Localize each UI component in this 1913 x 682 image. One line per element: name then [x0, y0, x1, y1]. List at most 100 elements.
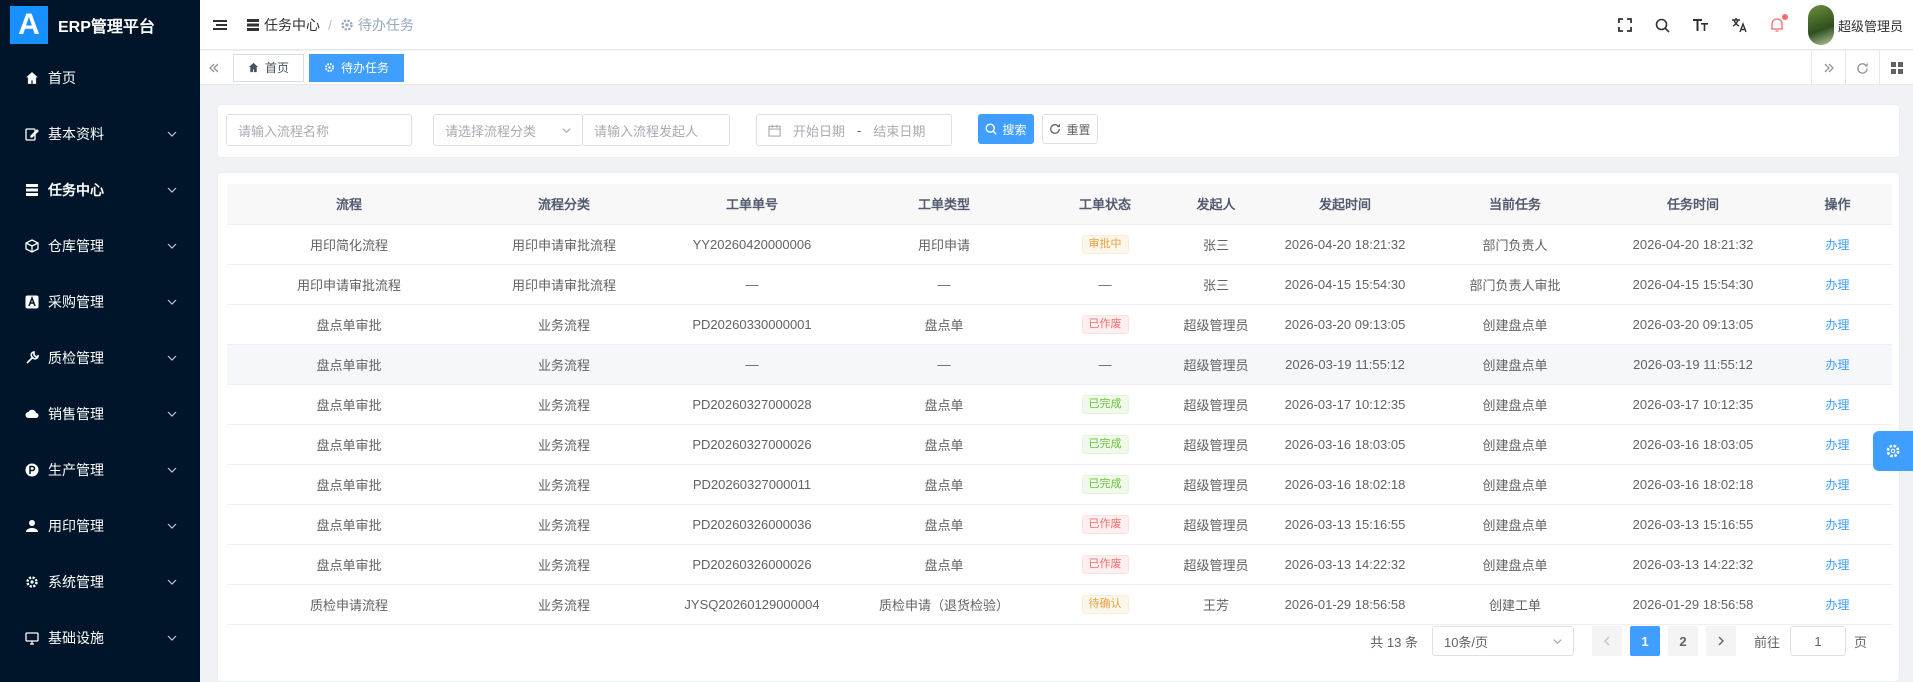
page-size-select[interactable]: 10条/页	[1431, 626, 1574, 656]
settings-drawer-button[interactable]	[1873, 431, 1913, 471]
status-badge: 审批中	[1081, 234, 1129, 254]
initiator-input[interactable]: 请输入流程发起人	[582, 114, 730, 146]
cell-initiator: 超级管理员	[1169, 344, 1263, 385]
date-separator: -	[857, 122, 862, 138]
sidebar-item-3[interactable]: 仓库管理	[0, 218, 200, 274]
handle-link[interactable]: 办理	[1825, 398, 1849, 412]
sidebar-item-4[interactable]: 采购管理	[0, 274, 200, 330]
sidebar-item-10[interactable]: 基础设施	[0, 610, 200, 666]
font-size-icon[interactable]	[1692, 16, 1710, 34]
cell-initiator: 超级管理员	[1169, 384, 1263, 425]
cloud-icon	[24, 406, 40, 422]
cell-start-time: 2026-04-20 18:21:32	[1263, 224, 1427, 265]
cell-order-type: 盘点单	[847, 384, 1041, 425]
cell-status: 已完成	[1041, 464, 1169, 505]
handle-link[interactable]: 办理	[1825, 478, 1849, 492]
jump-label: 前往	[1753, 634, 1780, 650]
gear-icon	[1886, 444, 1900, 458]
column-header: 当前任务	[1427, 184, 1603, 225]
grid-menu-icon[interactable]	[1879, 51, 1913, 85]
tag-label: 首页	[265, 61, 290, 75]
notification-dot	[1781, 14, 1788, 20]
cell-task: 创建盘点单	[1427, 304, 1603, 345]
cell-action: 办理	[1783, 544, 1892, 585]
chevron-down-icon	[167, 635, 177, 641]
sidebar-item-1[interactable]: 基本资料	[0, 106, 200, 162]
page-button-2[interactable]: 2	[1667, 626, 1698, 656]
cell-task: 创建盘点单	[1427, 544, 1603, 585]
sidebar-item-7[interactable]: 生产管理	[0, 442, 200, 498]
refresh-icon[interactable]	[1845, 51, 1879, 85]
tag-label: 待办任务	[341, 61, 390, 75]
tag-todo-tasks[interactable]: 待办任务	[309, 53, 405, 82]
cell-order-type: —	[847, 344, 1041, 385]
a-letter-icon	[24, 294, 40, 310]
sidebar-item-0[interactable]: 首页	[0, 50, 200, 106]
page-button-1[interactable]: 1	[1629, 626, 1660, 656]
handle-link[interactable]: 办理	[1825, 358, 1849, 372]
category-select[interactable]: 请选择流程分类	[433, 114, 583, 146]
reset-button-label: 重置	[1066, 122, 1091, 137]
search-form: 请输入流程名称 请选择流程分类 请输入流程发起人 开始日期 - 结束日期 搜索 …	[217, 104, 1900, 158]
cell-task-time: 2026-03-13 14:22:32	[1603, 544, 1783, 585]
translate-icon[interactable]	[1730, 16, 1748, 34]
username[interactable]: 超级管理员	[1838, 16, 1903, 35]
cell-category: 用印申请审批流程	[471, 224, 657, 265]
breadcrumb-item-task-center[interactable]: 任务中心	[246, 15, 320, 35]
search-button[interactable]: 搜索	[978, 114, 1034, 144]
process-name-input[interactable]: 请输入流程名称	[226, 114, 412, 146]
next-page-button[interactable]	[1705, 626, 1736, 656]
cell-task: 创建工单	[1427, 584, 1603, 625]
wrench-icon	[24, 350, 40, 366]
avatar[interactable]	[1807, 5, 1834, 45]
cell-process: 用印申请审批流程	[227, 264, 471, 305]
sidebar-item-label: 基本资料	[48, 126, 104, 142]
column-header: 流程	[227, 184, 471, 225]
date-range-picker[interactable]: 开始日期 - 结束日期	[756, 114, 952, 146]
prev-page-button[interactable]	[1591, 626, 1622, 656]
breadcrumb-label: 任务中心	[264, 16, 320, 33]
search-icon[interactable]	[1654, 16, 1672, 34]
sidebar-item-2[interactable]: 任务中心	[0, 162, 200, 218]
table-row: 盘点单审批 业务流程 PD20260327000026 盘点单 已完成 超级管理员 2026…	[227, 424, 1892, 465]
cell-category: 业务流程	[471, 584, 657, 625]
sidebar-item-label: 首页	[48, 70, 76, 86]
breadcrumb-item-todo: 待办任务	[340, 15, 414, 35]
cell-order-no: PD20260326000026	[657, 544, 847, 585]
calendar-icon	[768, 124, 781, 137]
logo-mark: A	[10, 6, 48, 44]
handle-link[interactable]: 办理	[1825, 598, 1849, 612]
user-stamp-icon	[24, 518, 40, 534]
chevron-down-icon	[167, 243, 177, 249]
logo[interactable]: A ERP管理平台	[0, 0, 200, 50]
scroll-right-icon[interactable]	[1811, 51, 1845, 85]
sidebar-item-6[interactable]: 销售管理	[0, 386, 200, 442]
sidebar-item-label: 仓库管理	[48, 238, 104, 254]
handle-link[interactable]: 办理	[1825, 278, 1849, 292]
edit-doc-icon	[24, 126, 40, 142]
cell-action: 办理	[1783, 264, 1892, 305]
handle-link[interactable]: 办理	[1825, 318, 1849, 332]
jump-page-input[interactable]: 1	[1789, 626, 1846, 656]
handle-link[interactable]: 办理	[1825, 238, 1849, 252]
hamburger-icon[interactable]	[212, 17, 228, 33]
fullscreen-icon[interactable]	[1616, 16, 1634, 34]
handle-link[interactable]: 办理	[1825, 518, 1849, 532]
cell-status: 已完成	[1041, 424, 1169, 465]
sidebar-item-8[interactable]: 用印管理	[0, 498, 200, 554]
cell-process: 盘点单审批	[227, 464, 471, 505]
tag-home[interactable]: 首页	[233, 53, 305, 82]
cell-category: 业务流程	[471, 384, 657, 425]
bell-icon[interactable]	[1768, 14, 1788, 34]
sidebar-item-9[interactable]: 系统管理	[0, 554, 200, 610]
table-row: 盘点单审批 业务流程 PD20260326000026 盘点单 已作废 超级管理员 2026…	[227, 544, 1892, 585]
scroll-left-icon[interactable]	[200, 51, 228, 85]
sidebar-item-5[interactable]: 质检管理	[0, 330, 200, 386]
sidebar-item-label: 生产管理	[48, 462, 104, 478]
reset-button[interactable]: 重置	[1042, 114, 1098, 144]
cell-order-no: PD20260326000036	[657, 504, 847, 545]
handle-link[interactable]: 办理	[1825, 558, 1849, 572]
handle-link[interactable]: 办理	[1825, 438, 1849, 452]
sidebar: A ERP管理平台 首页基本资料任务中心仓库管理采购管理 质检管理 销售管理生产管理…	[0, 0, 200, 682]
column-header: 工单类型	[847, 184, 1041, 225]
